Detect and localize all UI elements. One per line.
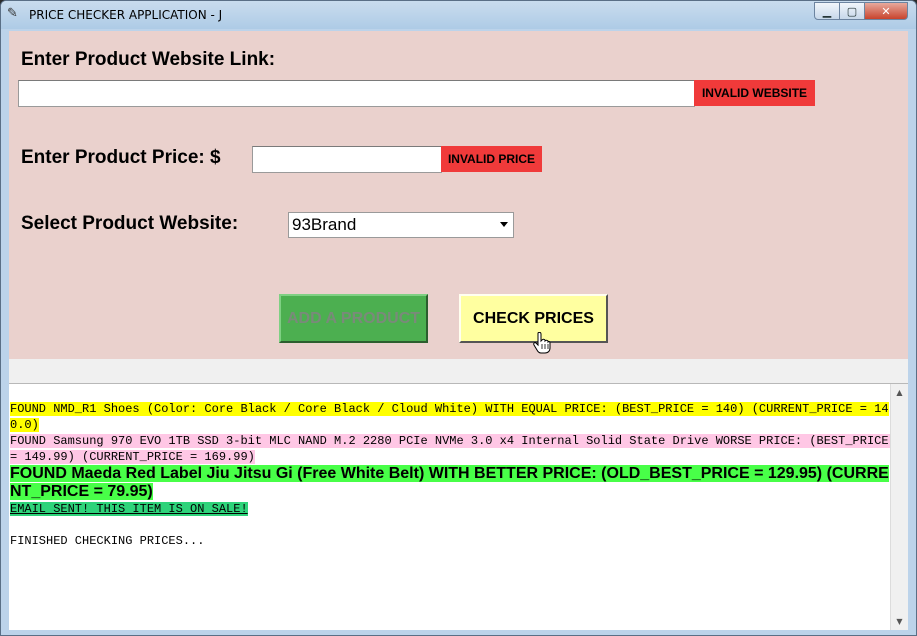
log-line-finished: FINISHED CHECKING PRICES...	[10, 533, 890, 549]
dropdown-arrow-icon	[500, 222, 508, 227]
feather-icon: ✎	[7, 6, 18, 21]
log-line-text: FOUND NMD_R1 Shoes (Color: Core Black / …	[10, 402, 889, 432]
scroll-down-icon[interactable]: ▼	[891, 613, 908, 630]
invalid-website-warning: INVALID WEBSITE	[694, 80, 815, 106]
website-link-input[interactable]	[18, 80, 695, 107]
results-log[interactable]: FOUND NMD_R1 Shoes (Color: Core Black / …	[9, 383, 908, 630]
log-scrollbar[interactable]: ▲ ▼	[890, 384, 908, 630]
invalid-price-warning: INVALID PRICE	[441, 146, 542, 172]
close-icon: ✕	[881, 4, 891, 18]
log-line-worse-price: FOUND Samsung 970 EVO 1TB SSD 3-bit MLC …	[10, 433, 896, 465]
log-line-text: EMAIL SENT! THIS ITEM IS ON SALE!	[10, 502, 248, 516]
product-price-label: Enter Product Price: $	[21, 147, 221, 168]
hand-cursor-icon	[533, 332, 551, 354]
product-form: Enter Product Website Link: INVALID WEBS…	[9, 31, 908, 359]
maximize-icon: ▢	[846, 4, 858, 18]
log-text: FOUND NMD_R1 Shoes (Color: Core Black / …	[10, 401, 896, 549]
maximize-button[interactable]: ▢	[840, 2, 865, 20]
window-controls: ▁ ▢ ✕	[814, 2, 908, 20]
client-area: Enter Product Website Link: INVALID WEBS…	[9, 31, 908, 630]
log-line-equal-price: FOUND NMD_R1 Shoes (Color: Core Black / …	[10, 401, 890, 433]
minimize-button[interactable]: ▁	[814, 2, 840, 20]
minimize-icon: ▁	[822, 4, 832, 18]
website-link-label: Enter Product Website Link:	[21, 49, 276, 70]
title-bar[interactable]: ✎ PRICE CHECKER APPLICATION - J ▁ ▢ ✕	[1, 1, 916, 29]
log-line-better-price: FOUND Maeda Red Label Jiu Jitsu Gi (Free…	[10, 465, 890, 501]
app-window: ✎ PRICE CHECKER APPLICATION - J ▁ ▢ ✕ En…	[0, 0, 917, 636]
log-line-text: FINISHED CHECKING PRICES...	[10, 534, 205, 548]
website-select[interactable]: 93Brand	[288, 212, 514, 238]
log-line-blank	[10, 517, 890, 533]
log-line-text: FOUND Samsung 970 EVO 1TB SSD 3-bit MLC …	[10, 434, 896, 464]
product-website-label: Select Product Website:	[21, 213, 239, 234]
add-product-button[interactable]: ADD A PRODUCT	[279, 294, 428, 343]
log-line-email-sent: EMAIL SENT! THIS ITEM IS ON SALE!	[10, 501, 890, 517]
product-price-input[interactable]	[252, 146, 442, 173]
window-title: PRICE CHECKER APPLICATION - J	[29, 8, 223, 22]
log-line-text: FOUND Maeda Red Label Jiu Jitsu Gi (Free…	[10, 465, 889, 500]
scroll-up-icon[interactable]: ▲	[891, 384, 908, 401]
website-select-value: 93Brand	[292, 215, 357, 234]
close-button[interactable]: ✕	[865, 2, 908, 20]
